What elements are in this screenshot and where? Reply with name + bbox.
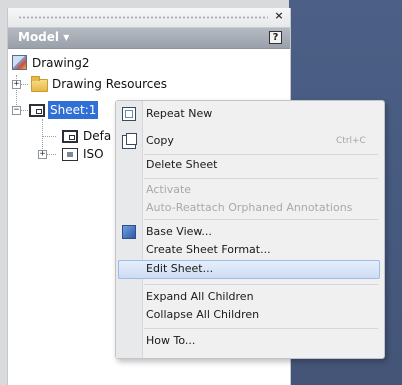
menu-separator bbox=[144, 284, 378, 285]
browser-header: Model ▾ ? bbox=[8, 27, 290, 49]
base-view-icon bbox=[122, 225, 136, 239]
menu-item-base-view[interactable]: Base View... bbox=[146, 223, 212, 241]
title-block-icon bbox=[62, 148, 78, 161]
tree-item-label: Drawing Resources bbox=[52, 77, 167, 91]
menu-item-how-to[interactable]: How To... bbox=[146, 332, 195, 350]
chevron-down-icon: ▾ bbox=[63, 30, 70, 44]
menu-item-edit-sheet[interactable]: Edit Sheet... bbox=[146, 260, 213, 278]
menu-separator bbox=[144, 154, 378, 155]
menu-item-delete-sheet[interactable]: Delete Sheet bbox=[146, 156, 217, 174]
menu-separator bbox=[144, 219, 378, 220]
menu-item-repeat-new[interactable]: Repeat New bbox=[146, 105, 212, 123]
panel-grip-bar[interactable]: × bbox=[8, 8, 290, 27]
menu-separator bbox=[144, 178, 378, 179]
folder-icon bbox=[31, 76, 48, 92]
menu-separator bbox=[144, 328, 378, 329]
tree-item-drawing2[interactable]: Drawing2 bbox=[12, 54, 132, 72]
menu-item-expand-all-children[interactable]: Expand All Children bbox=[146, 288, 254, 306]
model-title: Model bbox=[18, 30, 60, 44]
tree-item-iso[interactable]: ISO bbox=[56, 145, 116, 163]
close-icon[interactable]: × bbox=[272, 9, 286, 23]
collapse-icon[interactable]: − bbox=[12, 106, 21, 115]
tree-item-label: Sheet:1 bbox=[48, 101, 99, 119]
copy-shortcut: Ctrl+C bbox=[336, 136, 366, 146]
copy-icon bbox=[122, 133, 137, 149]
tree-connector bbox=[42, 136, 56, 137]
context-menu: Repeat New Copy Ctrl+C Delete Sheet Acti… bbox=[115, 100, 385, 359]
menu-item-copy[interactable]: Copy bbox=[146, 132, 174, 150]
border-icon bbox=[62, 130, 78, 143]
tree-item-label: ISO bbox=[83, 147, 104, 161]
menu-item-activate: Activate bbox=[146, 183, 192, 196]
grip-dots bbox=[18, 16, 268, 19]
menu-item-create-sheet-format[interactable]: Create Sheet Format... bbox=[146, 241, 271, 259]
tree-item-label: Drawing2 bbox=[32, 56, 90, 70]
menu-item-collapse-all-children[interactable]: Collapse All Children bbox=[146, 306, 259, 324]
tree-item-drawing-resources[interactable]: Drawing Resources bbox=[28, 75, 188, 93]
drawing-icon bbox=[12, 55, 27, 70]
help-icon[interactable]: ? bbox=[269, 31, 282, 44]
expand-icon[interactable]: + bbox=[12, 80, 21, 89]
tree-item-label: Defa bbox=[83, 129, 112, 143]
repeat-new-icon bbox=[122, 107, 136, 121]
model-dropdown[interactable]: Model ▾ bbox=[18, 30, 69, 48]
sheet-icon bbox=[29, 104, 45, 117]
tree-connector bbox=[47, 154, 56, 155]
tree-item-sheet1[interactable]: Sheet:1 bbox=[28, 101, 118, 119]
menu-item-auto-reattach: Auto-Reattach Orphaned Annotations bbox=[146, 201, 353, 214]
expand-icon[interactable]: + bbox=[38, 150, 47, 159]
